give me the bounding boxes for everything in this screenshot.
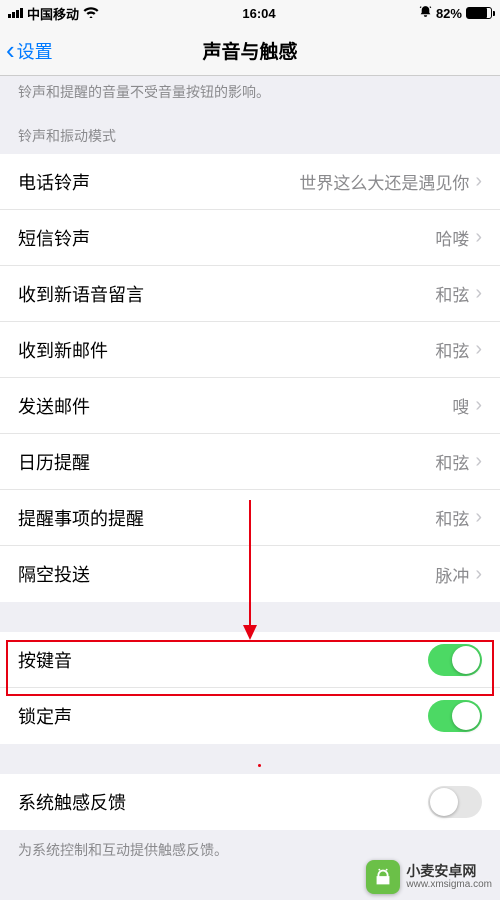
row-label: 锁定声 (18, 703, 72, 729)
group-sounds: 按键音 锁定声 (0, 632, 500, 744)
row-sms-ringtone[interactable]: 短信铃声 哈喽 › (0, 210, 500, 266)
chevron-right-icon: › (475, 563, 482, 586)
back-button[interactable]: ‹ 设置 (0, 35, 53, 66)
row-value: 和弦 (435, 281, 469, 306)
row-label: 收到新邮件 (18, 337, 108, 363)
hint-volume: 铃声和提醒的音量不受音量按钮的影响。 (0, 76, 500, 110)
row-sent-mail[interactable]: 发送邮件 嗖 › (0, 378, 500, 434)
back-label: 设置 (17, 38, 53, 64)
row-reminder-alert[interactable]: 提醒事项的提醒 和弦 › (0, 490, 500, 546)
annotation-dot (258, 764, 261, 767)
row-calendar-alert[interactable]: 日历提醒 和弦 › (0, 434, 500, 490)
row-lock-sound: 锁定声 (0, 688, 500, 744)
clock: 16:04 (242, 6, 275, 21)
row-keyboard-clicks: 按键音 (0, 632, 500, 688)
row-label: 日历提醒 (18, 449, 90, 475)
row-label: 收到新语音留言 (18, 281, 144, 307)
chevron-right-icon: › (475, 282, 482, 305)
chevron-right-icon: › (475, 338, 482, 361)
signal-icon (8, 8, 23, 18)
chevron-right-icon: › (475, 170, 482, 193)
section-header-ringtones: 铃声和振动模式 (0, 110, 500, 154)
row-value: 和弦 (435, 337, 469, 362)
carrier-label: 中国移动 (27, 4, 79, 23)
status-left: 中国移动 (8, 4, 99, 23)
row-value: 世界这么大还是遇见你 (299, 169, 469, 194)
watermark-title: 小麦安卓网 (406, 864, 492, 879)
watermark-url: www.xmsigma.com (406, 879, 492, 890)
toggle-lock-sound[interactable] (428, 700, 482, 732)
chevron-left-icon: ‹ (6, 35, 15, 66)
row-airdrop[interactable]: 隔空投送 脉冲 › (0, 546, 500, 602)
status-bar: 中国移动 16:04 82% (0, 0, 500, 26)
row-value: 哈喽 (435, 225, 469, 250)
watermark-logo-icon (366, 860, 400, 894)
battery-percent: 82% (436, 6, 462, 21)
toggle-system-haptics[interactable] (428, 786, 482, 818)
row-value: 嗖 (452, 393, 469, 418)
row-system-haptics: 系统触感反馈 (0, 774, 500, 830)
row-label: 按键音 (18, 647, 72, 673)
row-label: 电话铃声 (18, 169, 90, 195)
row-value: 脉冲 (435, 562, 469, 587)
alarm-icon (419, 5, 432, 21)
row-label: 隔空投送 (18, 561, 90, 587)
row-label: 发送邮件 (18, 393, 90, 419)
nav-bar: ‹ 设置 声音与触感 (0, 26, 500, 76)
row-phone-ringtone[interactable]: 电话铃声 世界这么大还是遇见你 › (0, 154, 500, 210)
row-label: 短信铃声 (18, 225, 90, 251)
watermark: 小麦安卓网 www.xmsigma.com (366, 860, 492, 894)
chevron-right-icon: › (475, 506, 482, 529)
row-label: 提醒事项的提醒 (18, 505, 144, 531)
chevron-right-icon: › (475, 394, 482, 417)
chevron-right-icon: › (475, 226, 482, 249)
toggle-keyboard-clicks[interactable] (428, 644, 482, 676)
status-right: 82% (419, 5, 492, 21)
row-value: 和弦 (435, 505, 469, 530)
row-new-mail[interactable]: 收到新邮件 和弦 › (0, 322, 500, 378)
row-voicemail[interactable]: 收到新语音留言 和弦 › (0, 266, 500, 322)
group-haptics: 系统触感反馈 (0, 774, 500, 830)
group-ringtones: 电话铃声 世界这么大还是遇见你 › 短信铃声 哈喽 › 收到新语音留言 和弦 › 收到… (0, 154, 500, 602)
row-value: 和弦 (435, 449, 469, 474)
wifi-icon (83, 5, 99, 21)
page-title: 声音与触感 (202, 37, 297, 64)
row-label: 系统触感反馈 (18, 789, 126, 815)
chevron-right-icon: › (475, 450, 482, 473)
battery-icon (466, 7, 492, 19)
